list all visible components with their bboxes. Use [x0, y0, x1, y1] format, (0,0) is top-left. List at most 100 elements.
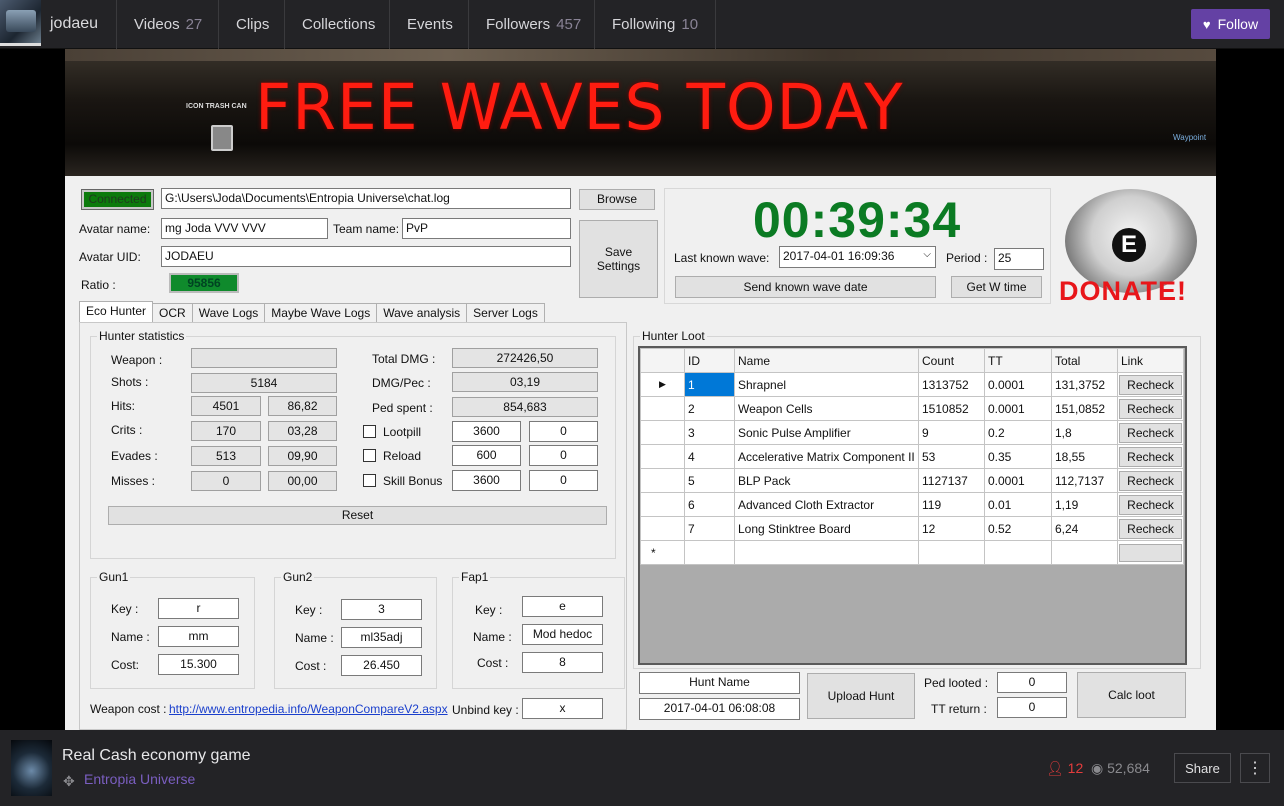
col-link[interactable]: Link	[1117, 348, 1184, 373]
col-id[interactable]: ID	[684, 348, 735, 373]
last-wave-select[interactable]: 2017-04-01 16:09:36 ⌵	[779, 246, 936, 268]
cell-id[interactable]: 6	[684, 492, 735, 517]
reset-button[interactable]: Reset	[108, 506, 607, 525]
browse-button[interactable]: Browse	[579, 189, 655, 210]
game-link[interactable]: Entropia Universe	[84, 771, 195, 787]
table-row[interactable]: 4 Accelerative Matrix Component II 53 0.…	[640, 444, 1184, 469]
hunt-name-input[interactable]: Hunt Name	[639, 672, 800, 694]
cell-name[interactable]: Weapon Cells	[734, 396, 919, 421]
get-w-time-button[interactable]: Get W time	[951, 276, 1042, 298]
cell-name[interactable]: Shrapnel	[734, 372, 919, 397]
cell-tt[interactable]: 0.35	[984, 444, 1052, 469]
fap1-key-input[interactable]: e	[522, 596, 603, 617]
cell-total[interactable]: 6,24	[1051, 516, 1118, 541]
cell-total[interactable]: 1,8	[1051, 420, 1118, 445]
cell-total[interactable]: 18,55	[1051, 444, 1118, 469]
cell-count[interactable]: 12	[918, 516, 985, 541]
skill-bonus-input[interactable]: 3600	[452, 470, 521, 491]
recheck-button[interactable]: Recheck	[1119, 494, 1182, 515]
channel-name[interactable]: jodaeu	[50, 15, 98, 33]
tab-maybe-wave-logs[interactable]: Maybe Wave Logs	[264, 303, 378, 323]
new-table-row[interactable]: *	[640, 540, 1184, 565]
recheck-button[interactable]: Recheck	[1119, 446, 1182, 467]
cell-count[interactable]: 1510852	[918, 396, 985, 421]
tab-ocr[interactable]: OCR	[152, 303, 193, 323]
empty-recheck-button[interactable]	[1119, 543, 1182, 562]
fap1-cost-input[interactable]: 8	[522, 652, 603, 673]
cell-tt[interactable]: 0.01	[984, 492, 1052, 517]
tab-eco-hunter[interactable]: Eco Hunter	[79, 301, 154, 323]
cell-id[interactable]: 2	[684, 396, 735, 421]
gun2-cost-input[interactable]: 26.450	[341, 655, 422, 676]
recheck-button[interactable]: Recheck	[1119, 470, 1182, 491]
tab-server-logs[interactable]: Server Logs	[466, 303, 545, 323]
chat-log-path-input[interactable]: G:\Users\Joda\Documents\Entropia Univers…	[161, 188, 571, 209]
gun1-cost-input[interactable]: 15.300	[158, 654, 239, 675]
reload-input[interactable]: 600	[452, 445, 521, 466]
cell-total[interactable]: 1,19	[1051, 492, 1118, 517]
game-box-art[interactable]	[11, 740, 52, 796]
follow-button[interactable]: ♥ Follow	[1191, 9, 1270, 39]
avatar-uid-input[interactable]: JODAEU	[161, 246, 571, 267]
table-row[interactable]: 7 Long Stinktree Board 12 0.52 6,24 Rech…	[640, 516, 1184, 541]
cell-count[interactable]: 1313752	[918, 372, 985, 397]
table-row[interactable]: 2 Weapon Cells 1510852 0.0001 151,0852 R…	[640, 396, 1184, 421]
nav-videos[interactable]: Videos 27	[116, 0, 219, 49]
upload-hunt-button[interactable]: Upload Hunt	[807, 673, 915, 719]
cell-tt[interactable]: 0.2	[984, 420, 1052, 445]
recheck-button[interactable]: Recheck	[1119, 398, 1182, 419]
channel-avatar[interactable]	[0, 0, 41, 46]
avatar-name-input[interactable]: mg Joda VVV VVV	[161, 218, 328, 239]
table-row[interactable]: ▶ 1 Shrapnel 1313752 0.0001 131,3752 Rec…	[640, 372, 1184, 397]
cell-tt[interactable]: 0.52	[984, 516, 1052, 541]
recheck-button[interactable]: Recheck	[1119, 374, 1182, 395]
skill-bonus-value[interactable]: 0	[529, 470, 598, 491]
reload-value[interactable]: 0	[529, 445, 598, 466]
recheck-button[interactable]: Recheck	[1119, 422, 1182, 443]
cell-name[interactable]: BLP Pack	[734, 468, 919, 493]
cell-tt[interactable]: 0.0001	[984, 396, 1052, 421]
tab-wave-logs[interactable]: Wave Logs	[191, 303, 266, 323]
cell-id[interactable]: 5	[684, 468, 735, 493]
gun1-key-input[interactable]: r	[158, 598, 239, 619]
cell-id[interactable]: 1	[684, 372, 735, 397]
col-count[interactable]: Count	[918, 348, 985, 373]
cell-tt[interactable]: 0.0001	[984, 468, 1052, 493]
team-name-input[interactable]: PvP	[402, 218, 571, 239]
reload-checkbox[interactable]	[363, 449, 376, 462]
cell-tt[interactable]: 0.0001	[984, 372, 1052, 397]
cell-count[interactable]: 119	[918, 492, 985, 517]
cell-total[interactable]: 112,7137	[1051, 468, 1118, 493]
weapon-compare-link[interactable]: http://www.entropedia.info/WeaponCompare…	[169, 702, 448, 716]
nav-events[interactable]: Events	[389, 0, 470, 49]
period-input[interactable]: 25	[994, 248, 1044, 270]
cell-total[interactable]: 151,0852	[1051, 396, 1118, 421]
calc-loot-button[interactable]: Calc loot	[1077, 672, 1186, 718]
hunt-date-input[interactable]: 2017-04-01 06:08:08	[639, 698, 800, 720]
ped-looted-value[interactable]: 0	[997, 672, 1067, 693]
table-row[interactable]: 6 Advanced Cloth Extractor 119 0.01 1,19…	[640, 492, 1184, 517]
tt-return-value[interactable]: 0	[997, 697, 1067, 718]
nav-followers[interactable]: Followers 457	[468, 0, 598, 49]
cell-count[interactable]: 53	[918, 444, 985, 469]
donate-button[interactable]: DONATE!	[1059, 276, 1187, 307]
cell-id[interactable]: 4	[684, 444, 735, 469]
col-tt[interactable]: TT	[984, 348, 1052, 373]
cell-name[interactable]: Sonic Pulse Amplifier	[734, 420, 919, 445]
gun2-key-input[interactable]: 3	[341, 599, 422, 620]
share-button[interactable]: Share	[1174, 753, 1231, 783]
loot-table[interactable]: ID Name Count TT Total Link ▶ 1 Shrapnel…	[638, 346, 1187, 665]
cell-count[interactable]: 9	[918, 420, 985, 445]
tab-wave-analysis[interactable]: Wave analysis	[376, 303, 468, 323]
skill-bonus-checkbox[interactable]	[363, 474, 376, 487]
cell-name[interactable]: Long Stinktree Board	[734, 516, 919, 541]
fap1-name-input[interactable]: Mod hedoc	[522, 624, 603, 645]
gun2-name-input[interactable]: ml35adj	[341, 627, 422, 648]
nav-collections[interactable]: Collections	[284, 0, 392, 49]
col-total[interactable]: Total	[1051, 348, 1118, 373]
gun1-name-input[interactable]: mm	[158, 626, 239, 647]
nav-following[interactable]: Following 10	[594, 0, 717, 49]
cell-name[interactable]: Advanced Cloth Extractor	[734, 492, 919, 517]
lootpill-input[interactable]: 3600	[452, 421, 521, 442]
table-row[interactable]: 3 Sonic Pulse Amplifier 9 0.2 1,8 Rechec…	[640, 420, 1184, 445]
